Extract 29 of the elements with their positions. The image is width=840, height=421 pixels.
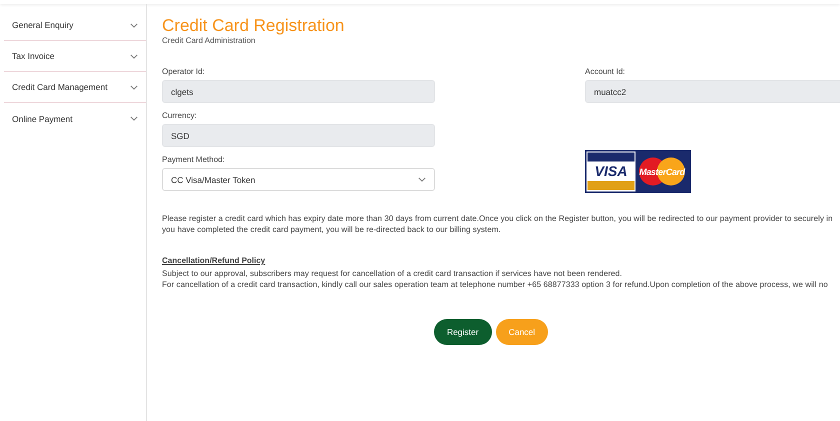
sidebar-item-label: Tax Invoice (12, 51, 55, 61)
field-label: Currency: (162, 111, 198, 121)
input-field[interactable]: SGD (162, 124, 435, 147)
sidebar-item-label: Online Payment (12, 114, 72, 124)
policy-text: For cancellation of a credit card transaction, kindly call our sales operation team at telephone number +65 68877333 option 3 for refund.Upon completion of the above process, we will no (162, 279, 829, 290)
page-subtitle: Credit Card Administration (162, 36, 256, 46)
chevron-icon (130, 116, 138, 121)
chevron-icon (130, 22, 138, 28)
chevron-icon (130, 84, 138, 90)
sidebar-item[interactable]: Credit Card Management (4, 72, 146, 103)
payment-method-select[interactable]: CC Visa/Master Token (162, 168, 435, 191)
notice-text: you have completed the credit card payment, you will be re-directed back to our billing system. (162, 224, 502, 235)
sidebar-item[interactable]: General Enquiry (4, 10, 146, 41)
chevron-icon (130, 54, 138, 58)
field-label: Payment Method: (162, 155, 226, 165)
page-title: Credit Card Registration (162, 16, 346, 36)
policy-heading: Cancellation/Refund Policy (162, 255, 266, 266)
register-button[interactable]: Register (434, 319, 492, 345)
sidebar-item-label: Credit Card Management (12, 82, 108, 92)
input-field[interactable]: muatcc2 (585, 80, 840, 103)
sidebar-item[interactable]: Online Payment (4, 103, 146, 134)
notice-text: Please register a credit card which has expiry date more than 30 days from current date.Once you click on the Register button, you will be redirected to our payment provider to securely in (162, 213, 834, 224)
field-label: Account Id: (585, 67, 626, 77)
sidebar-item-label: General Enquiry (12, 20, 74, 30)
policy-text: Subject to our approval, subscribers may request for cancellation of a credit card transaction if services have not been rendered. (162, 268, 624, 279)
sidebar-item[interactable]: Tax Invoice (4, 41, 146, 72)
chevron-icon (418, 177, 426, 182)
input-field[interactable]: clgets (162, 80, 435, 103)
field-label: Operator Id: (162, 67, 206, 77)
